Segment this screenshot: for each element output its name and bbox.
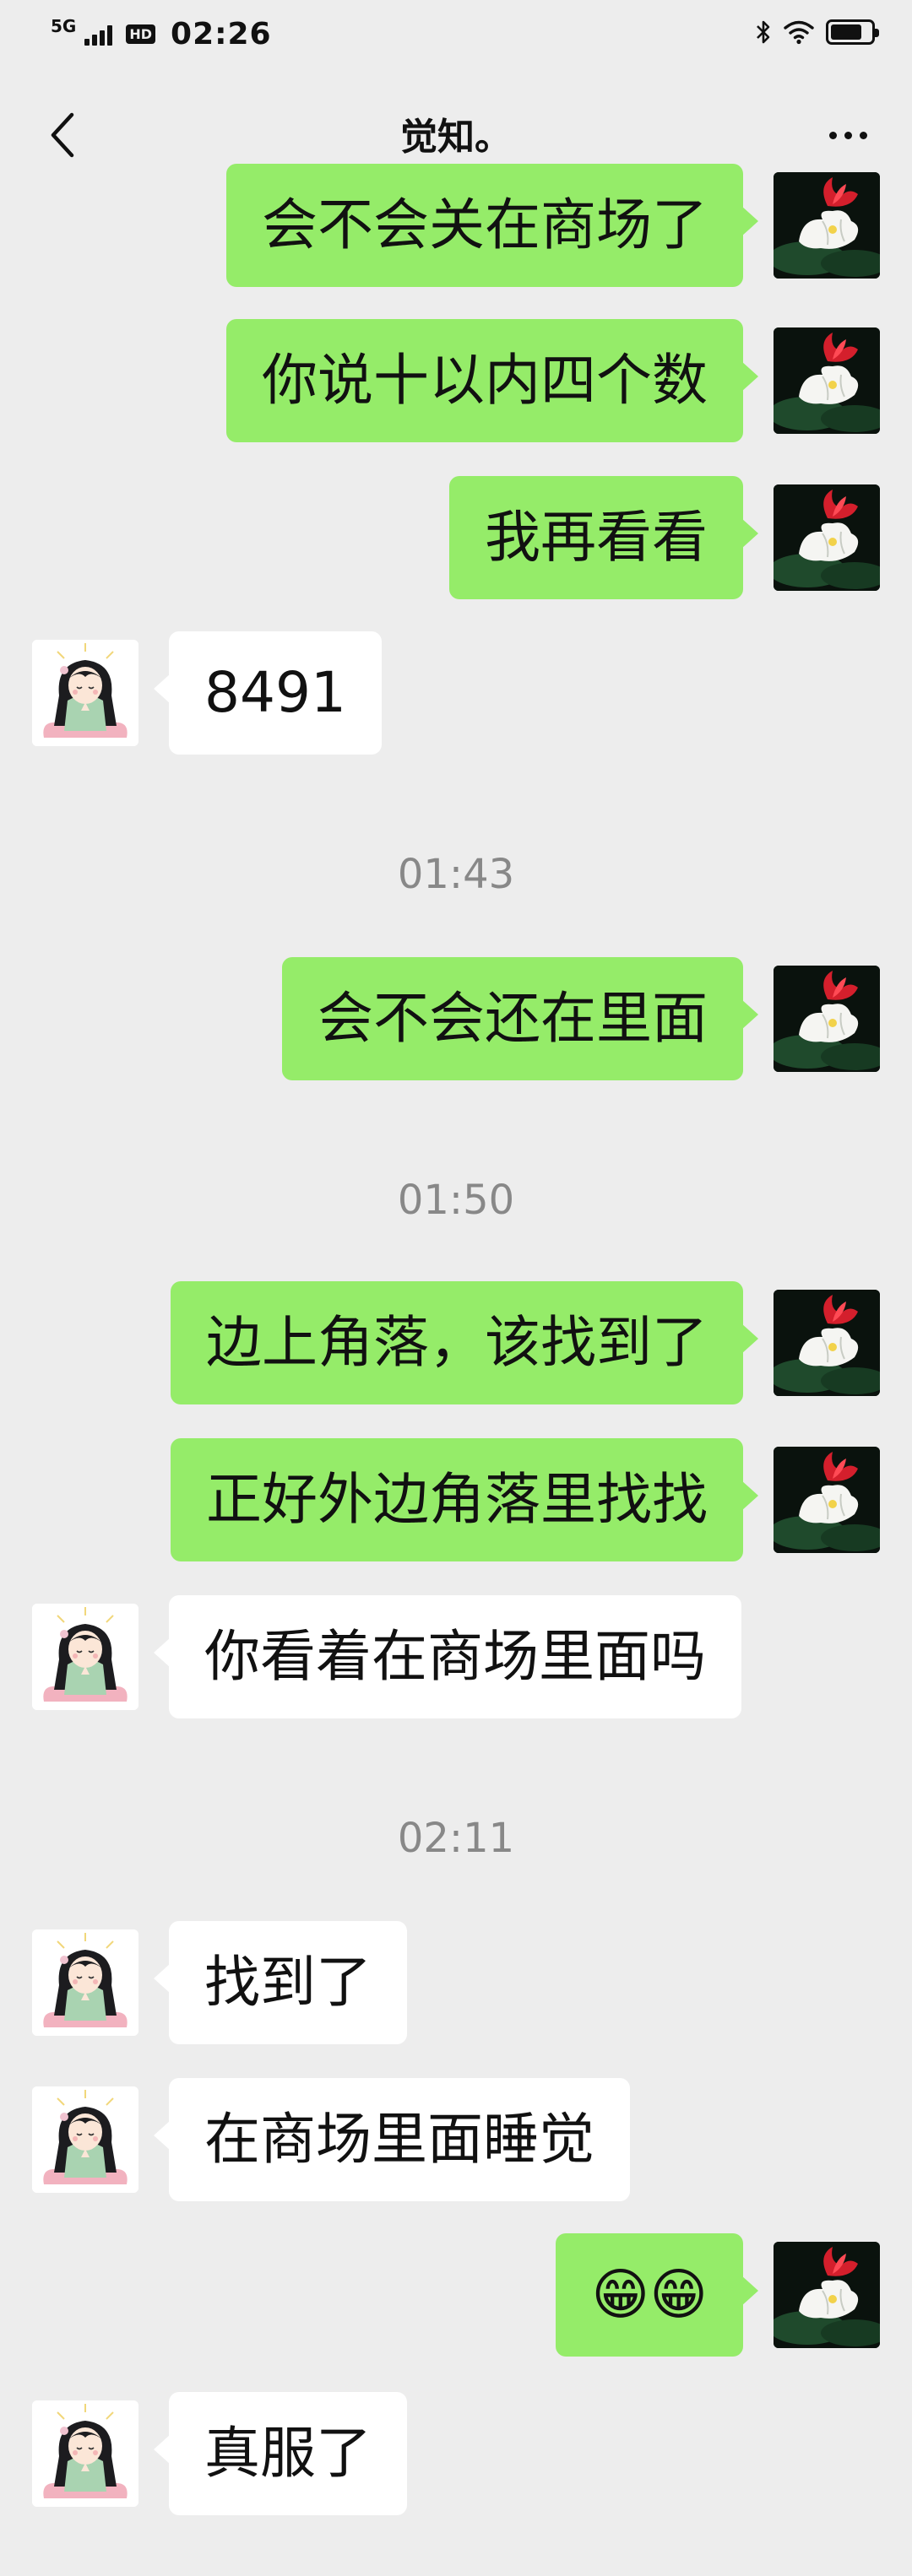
my-avatar[interactable] (774, 2242, 880, 2348)
bluetooth-icon (757, 20, 770, 44)
sent-message: 正好外边角落里找找 (0, 1438, 912, 1573)
sent-message: 你说十以内四个数 (0, 319, 912, 454)
status-right (755, 19, 879, 46)
my-avatar[interactable] (774, 484, 880, 591)
message-bubble[interactable]: 正好外边角落里找找 (171, 1438, 758, 1561)
hd-badge: HD (126, 24, 156, 44)
my-avatar[interactable] (774, 1447, 880, 1553)
received-message: 你看着在商场里面吗 (0, 1595, 912, 1730)
timestamp: 01:43 (397, 851, 515, 898)
my-avatar[interactable] (774, 966, 880, 1072)
received-message: 真服了 (0, 2392, 912, 2527)
status-left: 5G HD 02:26 (51, 17, 272, 51)
sent-message: 我再看看 (0, 476, 912, 611)
contact-avatar[interactable] (32, 2400, 138, 2507)
signal-icon (84, 24, 113, 46)
message-bubble[interactable]: 8491 (154, 631, 382, 755)
timestamp: 01:50 (397, 1177, 515, 1224)
my-avatar[interactable] (774, 172, 880, 279)
message-bubble[interactable]: 会不会还在里面 (282, 957, 758, 1080)
received-message: 在商场里面睡觉 (0, 2078, 912, 2213)
more-button[interactable] (814, 110, 882, 160)
contact-avatar[interactable] (32, 1604, 138, 1710)
sent-message: 会不会关在商场了 (0, 164, 912, 299)
sent-message: 边上角落，该找到了 (0, 1281, 912, 1416)
message-bubble[interactable]: 找到了 (154, 1921, 407, 2044)
contact-avatar[interactable] (32, 640, 138, 746)
message-bubble[interactable]: 会不会关在商场了 (226, 164, 758, 287)
timestamp: 02:11 (397, 1815, 515, 1862)
more-dots-icon (828, 131, 837, 139)
message-bubble[interactable]: 你看着在商场里面吗 (154, 1595, 741, 1718)
status-time: 02:26 (171, 17, 272, 51)
message-bubble[interactable]: 边上角落，该找到了 (171, 1281, 758, 1404)
sent-message: 会不会还在里面 (0, 957, 912, 1092)
contact-avatar[interactable] (32, 1929, 138, 2036)
status-bar: 5G HD 02:26 (0, 0, 912, 71)
received-message: 找到了 (0, 1921, 912, 2056)
network-type: 5G (51, 15, 77, 36)
message-bubble[interactable]: 真服了 (154, 2392, 407, 2515)
contact-avatar[interactable] (32, 2086, 138, 2193)
sent-message: 😁😁 (0, 2233, 912, 2368)
my-avatar[interactable] (774, 1290, 880, 1396)
wifi-icon (784, 20, 814, 45)
battery-icon (826, 19, 879, 45)
chat-screen: 5G HD 02:26 觉知。 会不会关在商场了 你说十以内四个数 我再看看 8… (0, 0, 912, 2576)
message-bubble[interactable]: 😁😁 (556, 2233, 758, 2357)
message-bubble[interactable]: 你说十以内四个数 (226, 319, 758, 442)
received-message: 8491 (0, 631, 912, 766)
message-bubble[interactable]: 在商场里面睡觉 (154, 2078, 630, 2201)
my-avatar[interactable] (774, 327, 880, 434)
message-bubble[interactable]: 我再看看 (449, 476, 758, 599)
chat-title: 觉知。 (400, 116, 512, 159)
